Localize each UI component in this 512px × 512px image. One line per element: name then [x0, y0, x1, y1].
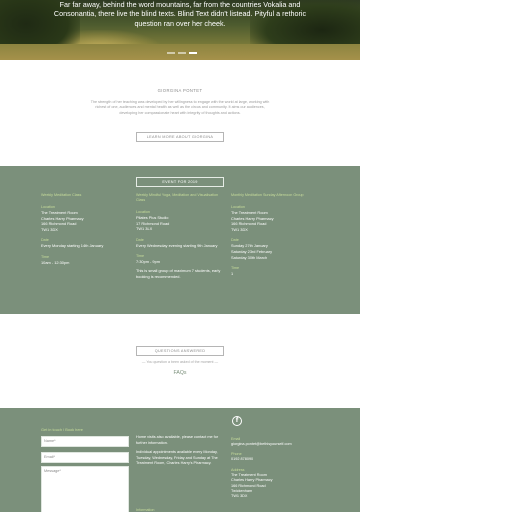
hero-quote: Far far away, behind the word mountains,… — [53, 0, 307, 28]
learn-more-button[interactable]: LEARN MORE ABOUT GIORGINA — [136, 132, 224, 142]
event-title: Weekly Mindful Yoga, Meditation and Visu… — [136, 193, 219, 202]
footer-info: Home visits also available, please conta… — [136, 435, 222, 471]
events-button[interactable]: EVENT FOR 2019 — [136, 177, 224, 187]
footer-contact-details: Email giorgina.pontet@bethisyourself.com P… — [231, 435, 331, 503]
information-label: Information — [136, 508, 155, 512]
message-field[interactable]: Message* — [41, 466, 129, 512]
slide-dot[interactable] — [189, 52, 197, 54]
hero-slider-dots[interactable] — [167, 52, 197, 54]
event-field-value: Every Wednesday evening starting 9th Jan… — [136, 242, 218, 248]
intro-section: GIORGINA PONTET The strength of her teac… — [0, 60, 360, 166]
intro-heading: GIORGINA PONTET — [157, 88, 203, 93]
intro-body: The strength of her teaching was develop… — [90, 100, 270, 115]
event-column-meditation: Weekly Meditation Class Location The Treat… — [41, 193, 131, 269]
faq-section: QUESTIONS ANSWERED — You question a been… — [0, 314, 360, 408]
hero-banner: Far far away, behind the word mountains,… — [0, 0, 360, 60]
slide-dot[interactable] — [167, 52, 175, 54]
slide-dot[interactable] — [178, 52, 186, 54]
appointments-text: Individual appointments available every … — [136, 450, 218, 466]
event-title: Monthly Meditation Sunday Afternoon Grou… — [231, 193, 304, 197]
event-column-sunday-group: Monthly Meditation Sunday Afternoon Grou… — [231, 193, 321, 280]
page: Far far away, behind the word mountains,… — [0, 0, 360, 512]
faq-link[interactable]: FAQs — [0, 370, 360, 376]
events-section: EVENT FOR 2019 Weekly Meditation Class Lo… — [0, 166, 360, 314]
facebook-icon[interactable]: f — [232, 416, 242, 426]
faq-subtitle: — You question a been asked of the momen… — [141, 360, 219, 364]
name-field[interactable]: Name* — [41, 436, 129, 447]
email-field[interactable]: Email* — [41, 452, 129, 463]
event-title: Weekly Meditation Class — [41, 193, 82, 197]
questions-answered-button[interactable]: QUESTIONS ANSWERED — [136, 346, 224, 356]
home-visits-text: Home visits also available, please conta… — [136, 435, 219, 445]
footer: Get in touch / Book here Name* Email* Me… — [0, 408, 360, 512]
event-note: This is small group of maximum 7 student… — [136, 267, 221, 279]
event-column-yoga: Weekly Mindful Yoga, Meditation and Visu… — [136, 193, 226, 279]
contact-form-title: Get in touch / Book here — [41, 427, 83, 432]
